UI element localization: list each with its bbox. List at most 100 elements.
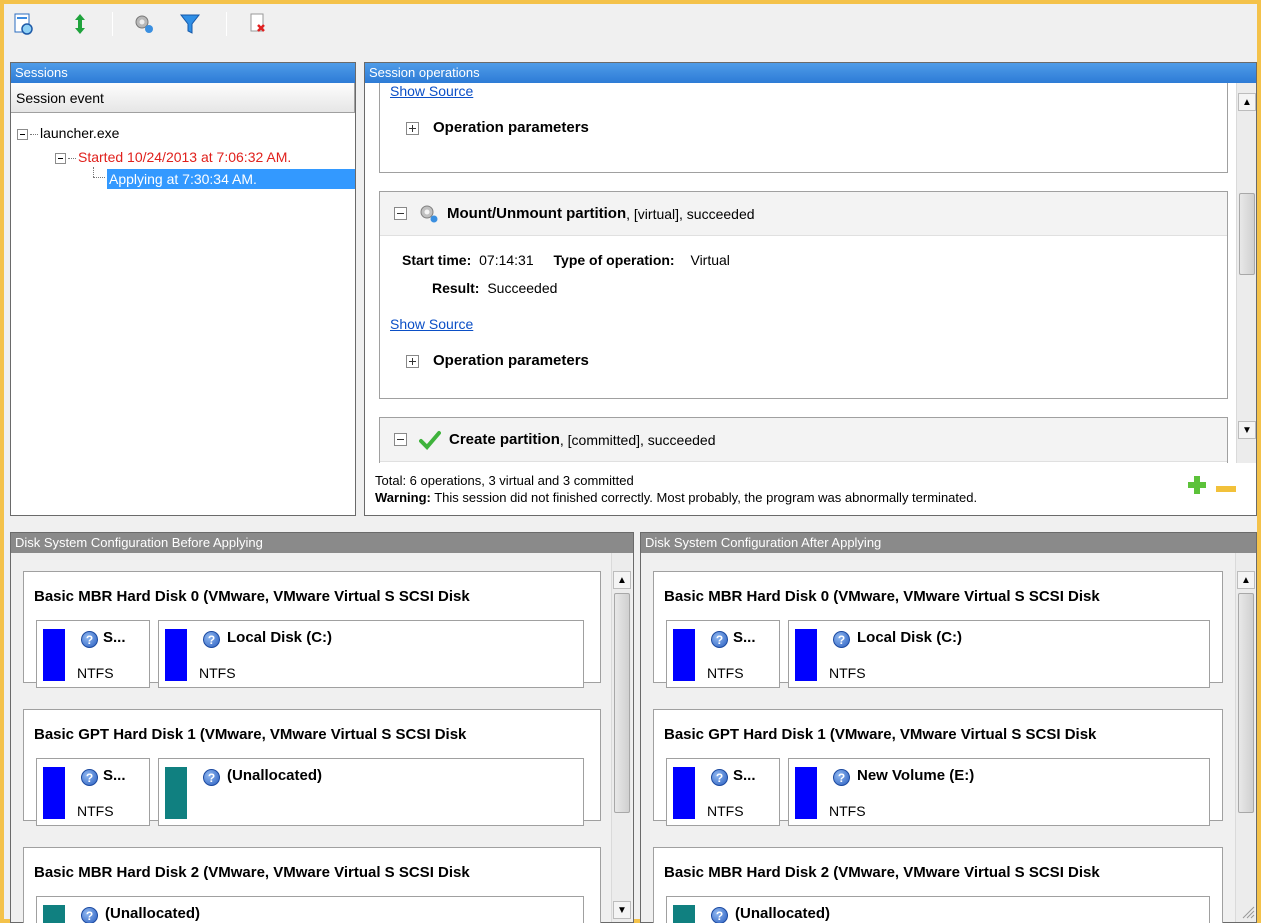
scroll-thumb[interactable] <box>1238 593 1254 813</box>
tree-item-launcher[interactable]: launcher.exe <box>17 123 119 143</box>
partition-system[interactable]: ? S... NTFS <box>666 620 780 688</box>
partition-bar <box>43 905 65 923</box>
collapse-icon[interactable] <box>394 207 407 220</box>
partition-name: S... <box>103 629 126 646</box>
disk-card[interactable]: Basic MBR Hard Disk 0 (VMware, VMware Vi… <box>23 571 601 688</box>
disk-title: Basic MBR Hard Disk 2 (VMware, VMware Vi… <box>664 864 1100 881</box>
partition-fs: NTFS <box>199 665 236 681</box>
partition-name: (Unallocated) <box>227 767 323 784</box>
partition-new-volume-e[interactable]: ? New Volume (E:) NTFS <box>788 758 1210 826</box>
partition-name: S... <box>103 767 126 784</box>
filter-icon[interactable] <box>176 10 204 38</box>
disk-card[interactable]: Basic GPT Hard Disk 1 (VMware, VMware Vi… <box>653 709 1223 826</box>
help-icon: ? <box>833 769 850 786</box>
partition-name: (Unallocated) <box>105 905 201 922</box>
warning-label: Warning: <box>375 490 431 505</box>
collapse-icon[interactable] <box>17 128 28 140</box>
start-time-value: 07:14:31 <box>479 252 534 268</box>
partition-bar <box>165 629 187 681</box>
collapse-icon[interactable] <box>55 152 66 164</box>
partition-local-disk-c[interactable]: ? Local Disk (C:) NTFS <box>788 620 1210 688</box>
toolbar-separator <box>226 12 227 36</box>
help-icon: ? <box>711 631 728 648</box>
before-scrollbar[interactable]: ▲ ▼ <box>611 553 631 922</box>
mount-gear-icon <box>419 204 439 224</box>
minus-icon[interactable] <box>1215 481 1237 496</box>
disk-card[interactable]: Basic MBR Hard Disk 2 (VMware, VMware Vi… <box>23 847 601 923</box>
expand-icon[interactable] <box>406 121 419 135</box>
disk-title: Basic MBR Hard Disk 2 (VMware, VMware Vi… <box>34 864 470 881</box>
tree-item-label: Applying at 7:30:34 AM. <box>109 171 257 187</box>
partition-fs: NTFS <box>707 665 744 681</box>
operation-title: Create partition <box>449 431 560 448</box>
start-time-label: Start time: <box>402 252 472 268</box>
help-icon: ? <box>203 631 220 648</box>
scroll-thumb[interactable] <box>614 593 630 813</box>
partition-name: New Volume (E:) <box>857 767 975 784</box>
help-icon: ? <box>711 907 728 923</box>
after-scrollbar[interactable]: ▲ <box>1235 553 1255 922</box>
partition-unallocated[interactable]: ? (Unallocated) <box>36 896 584 923</box>
disk-config-after-pane: Disk System Configuration After Applying… <box>640 532 1257 923</box>
operation-card-header[interactable]: Mount/Unmount partition, [virtual], succ… <box>380 192 1227 236</box>
partition-bar <box>165 767 187 819</box>
scroll-thumb[interactable] <box>1239 193 1255 275</box>
disk-config-before-pane: Disk System Configuration Before Applyin… <box>10 532 634 923</box>
disk-title: Basic MBR Hard Disk 0 (VMware, VMware Vi… <box>664 588 1100 605</box>
delete-icon[interactable] <box>244 10 272 38</box>
operations-scrollbar[interactable]: ▲ ▼ <box>1236 83 1256 463</box>
expand-collapse-icon[interactable] <box>66 10 94 38</box>
operation-parameters-toggle[interactable]: Operation parameters <box>406 119 589 136</box>
toolbar <box>4 4 1257 48</box>
session-event-column-header[interactable]: Session event <box>11 83 355 113</box>
tree-item-started[interactable]: Started 10/24/2013 at 7:06:32 AM. <box>55 147 291 167</box>
show-source-link[interactable]: Show Source <box>390 83 473 99</box>
scroll-up-icon[interactable]: ▲ <box>1237 571 1255 589</box>
resize-grip-icon[interactable] <box>1241 905 1255 922</box>
partition-name: Local Disk (C:) <box>227 629 333 646</box>
scroll-down-icon[interactable]: ▼ <box>613 901 631 919</box>
operation-parameters-toggle[interactable]: Operation parameters <box>406 352 589 369</box>
help-icon: ? <box>81 631 98 648</box>
disk-card[interactable]: Basic MBR Hard Disk 2 (VMware, VMware Vi… <box>653 847 1223 923</box>
partition-bar <box>43 767 65 819</box>
operations-list[interactable]: Show Source Operation parameters Mount/U… <box>365 83 1238 463</box>
partition-fs: NTFS <box>707 803 744 819</box>
partition-unallocated[interactable]: ? (Unallocated) <box>666 896 1210 923</box>
partition-fs: NTFS <box>829 803 866 819</box>
partition-system[interactable]: ? S... NTFS <box>36 620 150 688</box>
operation-card-create: Create partition, [committed], succeeded <box>379 417 1228 463</box>
operation-title: Mount/Unmount partition <box>447 205 627 222</box>
help-icon: ? <box>833 631 850 648</box>
help-icon: ? <box>81 769 98 786</box>
operation-card-header[interactable]: Create partition, [committed], succeeded <box>380 418 1227 462</box>
disk-title: Basic MBR Hard Disk 0 (VMware, VMware Vi… <box>34 588 470 605</box>
operations-total: Total: 6 operations, 3 virtual and 3 com… <box>375 473 634 488</box>
operation-parameters-label: Operation parameters <box>433 119 589 136</box>
collapse-icon[interactable] <box>394 433 407 446</box>
partition-bar <box>673 905 695 923</box>
disk-card[interactable]: Basic GPT Hard Disk 1 (VMware, VMware Vi… <box>23 709 601 826</box>
partition-unallocated[interactable]: ? (Unallocated) <box>158 758 584 826</box>
operation-status: , [committed], succeeded <box>559 431 716 448</box>
tree-item-applying[interactable]: Applying at 7:30:34 AM. <box>107 169 355 189</box>
settings-icon[interactable] <box>130 10 158 38</box>
open-session-icon[interactable] <box>10 10 38 38</box>
help-icon: ? <box>81 907 98 923</box>
partition-system[interactable]: ? S... NTFS <box>36 758 150 826</box>
warning-text: This session did not finished correctly.… <box>430 490 978 505</box>
disk-card[interactable]: Basic MBR Hard Disk 0 (VMware, VMware Vi… <box>653 571 1223 688</box>
help-icon: ? <box>203 769 220 786</box>
show-source-link[interactable]: Show Source <box>390 316 473 332</box>
scroll-down-icon[interactable]: ▼ <box>1238 421 1256 439</box>
scroll-up-icon[interactable]: ▲ <box>1238 93 1256 111</box>
session-operations-header: Session operations <box>365 63 1256 83</box>
session-operations-pane: Session operations Show Source Operation… <box>364 62 1257 516</box>
partition-local-disk-c[interactable]: ? Local Disk (C:) NTFS <box>158 620 584 688</box>
scroll-up-icon[interactable]: ▲ <box>613 571 631 589</box>
expand-icon[interactable] <box>406 354 419 368</box>
tree-line <box>93 177 105 178</box>
partition-system[interactable]: ? S... NTFS <box>666 758 780 826</box>
plus-icon[interactable] <box>1187 475 1207 498</box>
partition-bar <box>795 629 817 681</box>
